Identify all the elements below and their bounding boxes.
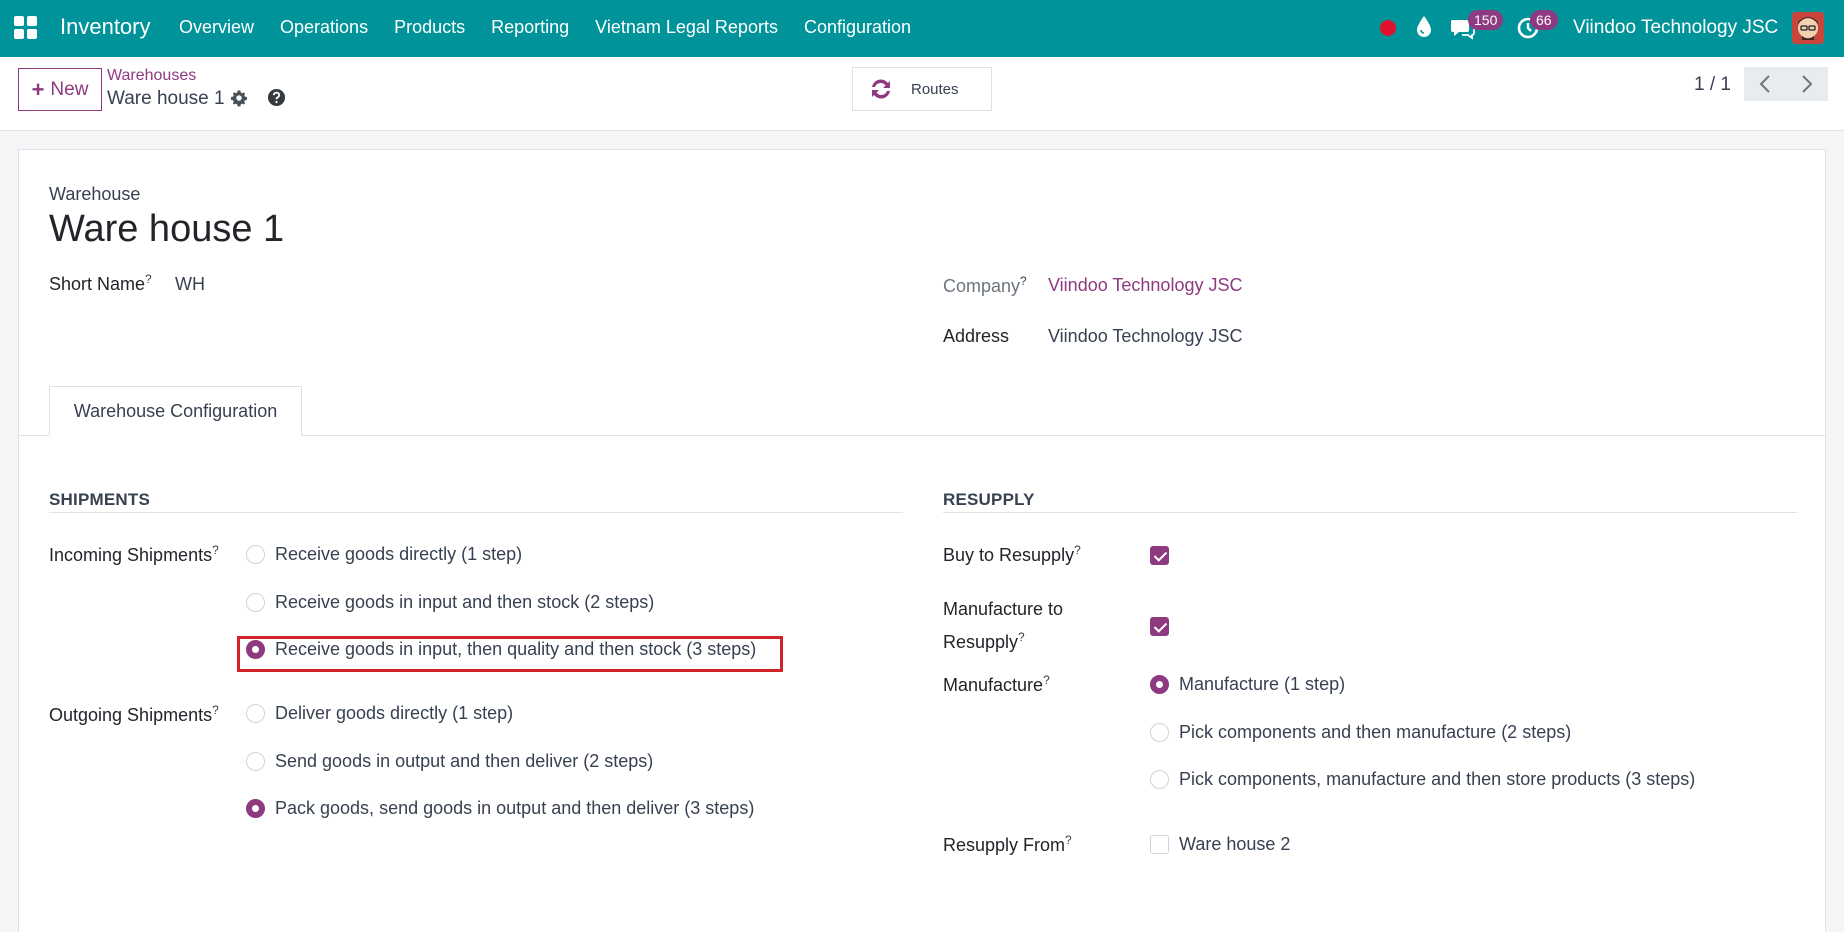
resupply-section-title: RESUPPLY <box>943 490 1035 509</box>
radio-label: Pack goods, send goods in output and the… <box>275 798 755 818</box>
outgoing-option-1-step[interactable]: Deliver goods directly (1 step) <box>246 703 513 724</box>
warehouse-name-field[interactable]: Ware house 1 <box>49 208 284 251</box>
outgoing-option-3-steps[interactable]: Pack goods, send goods in output and the… <box>246 798 754 819</box>
pager-value[interactable]: 1 / 1 <box>1694 74 1731 96</box>
outgoing-option-2-steps[interactable]: Send goods in output and then deliver (2… <box>246 751 653 772</box>
recording-dot-icon[interactable] <box>1380 20 1396 36</box>
breadcrumb-warehouses[interactable]: Warehouses <box>107 67 196 85</box>
address-field[interactable]: Viindoo Technology JSC <box>1048 326 1242 347</box>
chevron-right-icon <box>1802 75 1813 93</box>
radio-button[interactable] <box>246 704 265 723</box>
resupply-from-checkbox[interactable] <box>1150 835 1169 854</box>
buy-to-resupply-checkbox[interactable] <box>1150 546 1169 565</box>
shipments-section-title: SHIPMENTS <box>49 490 150 509</box>
top-navbar: Inventory Overview Operations Products R… <box>0 0 1844 57</box>
radio-button[interactable] <box>246 545 265 564</box>
company-label: Company? <box>943 274 1027 296</box>
radio-label: Receive goods directly (1 step) <box>275 544 523 564</box>
chat-count-badge: 150 <box>1468 10 1504 30</box>
resupply-from-option[interactable]: Ware house 2 <box>1150 834 1290 855</box>
droplet-icon[interactable] <box>1414 14 1434 40</box>
radio-label: Receive goods in input and then stock (2… <box>275 592 655 612</box>
resupply-divider <box>943 512 1797 513</box>
menu-vietnam-legal-reports[interactable]: Vietnam Legal Reports <box>595 17 778 38</box>
plus-icon: + <box>31 76 45 102</box>
radio-label: Send goods in output and then deliver (2… <box>275 751 654 771</box>
help-icon[interactable] <box>267 88 286 107</box>
menu-configuration[interactable]: Configuration <box>804 17 911 38</box>
radio-button-selected[interactable] <box>246 640 265 659</box>
control-panel: + New Warehouses Ware house 1 Routes 1 /… <box>0 57 1844 131</box>
buy-to-resupply-label: Buy to Resupply? <box>943 543 1081 565</box>
radio-button[interactable] <box>246 593 265 612</box>
new-button[interactable]: + New <box>18 68 102 111</box>
app-grid-icon[interactable] <box>14 16 38 40</box>
resupply-from-warehouse-label: Ware house 2 <box>1179 834 1291 854</box>
radio-button-selected[interactable] <box>1150 675 1169 694</box>
manufacture-to-resupply-checkbox[interactable] <box>1150 617 1169 636</box>
menu-products[interactable]: Products <box>394 17 465 38</box>
tab-warehouse-configuration[interactable]: Warehouse Configuration <box>49 386 302 436</box>
main-menu: Overview Operations Products Reporting V… <box>179 17 937 38</box>
menu-operations[interactable]: Operations <box>280 17 368 38</box>
short-name-field[interactable]: WH <box>175 274 205 295</box>
refresh-icon <box>872 79 890 99</box>
outgoing-shipments-label: Outgoing Shipments? <box>49 703 219 725</box>
radio-label: Manufacture (1 step) <box>1179 674 1346 694</box>
manufacture-to-resupply-label: Manufacture to Resupply? <box>943 599 1064 652</box>
menu-overview[interactable]: Overview <box>179 17 254 38</box>
record-type-label: Warehouse <box>49 184 141 204</box>
radio-button[interactable] <box>246 752 265 771</box>
pager-previous-button[interactable] <box>1744 67 1786 101</box>
address-label: Address <box>943 326 1010 346</box>
radio-label: Receive goods in input, then quality and… <box>275 639 757 659</box>
resupply-from-label: Resupply From? <box>943 833 1072 855</box>
manufacture-option-2-steps[interactable]: Pick components and then manufacture (2 … <box>1150 722 1571 743</box>
gear-icon[interactable] <box>230 89 248 107</box>
incoming-option-1-step[interactable]: Receive goods directly (1 step) <box>246 544 522 565</box>
activity-count-badge: 66 <box>1530 10 1558 30</box>
routes-smart-button[interactable]: Routes <box>852 67 992 111</box>
radio-label: Pick components and then manufacture (2 … <box>1179 722 1572 742</box>
chevron-left-icon <box>1759 75 1770 93</box>
radio-button[interactable] <box>1150 723 1169 742</box>
radio-button[interactable] <box>1150 770 1169 789</box>
manufacture-option-3-steps[interactable]: Pick components, manufacture and then st… <box>1150 769 1695 790</box>
user-avatar[interactable] <box>1792 12 1824 44</box>
form-sheet: Warehouse Ware house 1 Short Name? WH Co… <box>18 149 1826 932</box>
routes-label: Routes <box>911 80 959 98</box>
incoming-option-3-steps[interactable]: Receive goods in input, then quality and… <box>246 639 756 660</box>
short-name-label: Short Name? <box>49 272 152 294</box>
radio-button-selected[interactable] <box>246 799 265 818</box>
incoming-shipments-label: Incoming Shipments? <box>49 543 219 565</box>
app-name[interactable]: Inventory <box>60 14 151 40</box>
company-switcher[interactable]: Viindoo Technology JSC <box>1573 17 1778 39</box>
manufacture-label: Manufacture? <box>943 673 1050 695</box>
manufacture-option-1-step[interactable]: Manufacture (1 step) <box>1150 674 1345 695</box>
radio-label: Pick components, manufacture and then st… <box>1179 769 1696 789</box>
incoming-option-2-steps[interactable]: Receive goods in input and then stock (2… <box>246 592 654 613</box>
radio-label: Deliver goods directly (1 step) <box>275 703 514 723</box>
pager-next-button[interactable] <box>1786 67 1828 101</box>
menu-reporting[interactable]: Reporting <box>491 17 569 38</box>
shipments-divider <box>49 512 903 513</box>
company-field-link[interactable]: Viindoo Technology JSC <box>1048 275 1242 296</box>
breadcrumb-current: Ware house 1 <box>107 88 225 109</box>
new-button-label: New <box>50 78 89 100</box>
